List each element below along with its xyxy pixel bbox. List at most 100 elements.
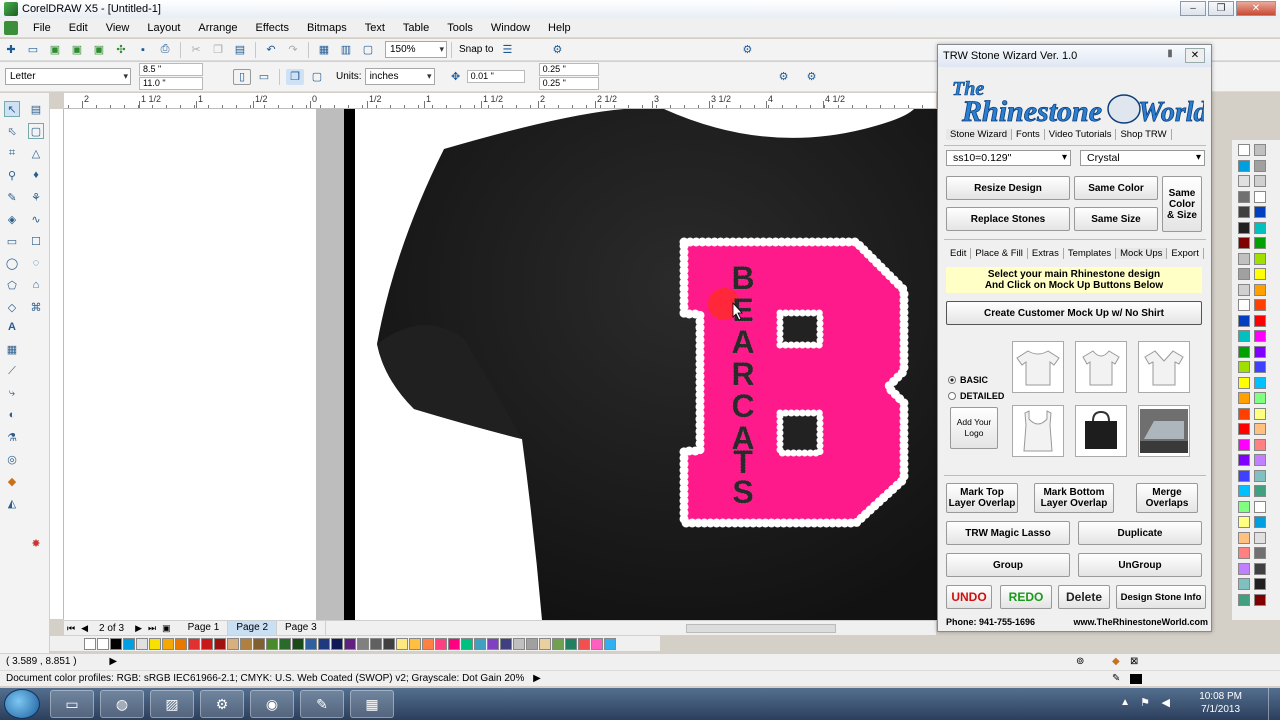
color-swatch[interactable]: [1238, 361, 1250, 373]
snap-to-label[interactable]: Snap to: [459, 44, 493, 55]
tab-place-fill[interactable]: Place & Fill: [971, 248, 1028, 259]
page-tab-3[interactable]: Page 3: [277, 621, 326, 635]
minimize-button[interactable]: –: [1180, 1, 1206, 16]
options-icon[interactable]: ☰: [498, 42, 516, 58]
tab-shop-trw[interactable]: Shop TRW: [1116, 129, 1172, 140]
color-swatch[interactable]: [1238, 392, 1250, 404]
color-swatch[interactable]: [539, 637, 551, 650]
menu-file[interactable]: File: [24, 18, 60, 38]
nudge-distance-field[interactable]: 0.01 ": [466, 70, 525, 83]
paste-icon[interactable]: ▤: [231, 42, 249, 58]
mockup-tshirt-basic[interactable]: [1012, 341, 1064, 393]
color-swatch[interactable]: [513, 637, 525, 650]
snap-icon[interactable]: ⊚: [1076, 654, 1084, 670]
color-swatch[interactable]: [136, 637, 148, 650]
mockup-tote-bag[interactable]: [1075, 405, 1127, 457]
color-swatch[interactable]: [1254, 314, 1266, 327]
menu-layout[interactable]: Layout: [138, 18, 189, 38]
menu-tools[interactable]: Tools: [438, 18, 482, 38]
group-button[interactable]: Group: [946, 553, 1070, 577]
color-swatch[interactable]: [1254, 252, 1266, 265]
pick-tool-icon[interactable]: ↖: [4, 101, 20, 117]
tab-fonts[interactable]: Fonts: [1012, 129, 1045, 140]
welcome-screen-icon[interactable]: ▥: [337, 42, 355, 58]
color-swatch[interactable]: [331, 637, 343, 650]
rectangle-tool-icon[interactable]: ▭: [4, 233, 20, 249]
tab-mock-ups[interactable]: Mock Ups: [1116, 248, 1168, 259]
smart-fill-tool-icon[interactable]: ◈: [4, 211, 20, 227]
tool-taskbar-icon[interactable]: ▨: [150, 690, 194, 718]
interactive-fill-tool-icon[interactable]: ◭: [4, 495, 20, 511]
menu-text[interactable]: Text: [356, 18, 394, 38]
redo-icon[interactable]: ↷: [284, 42, 302, 58]
color-swatch[interactable]: [123, 637, 135, 650]
crop-tool-icon[interactable]: ⌗: [4, 145, 20, 161]
tab-templates[interactable]: Templates: [1064, 248, 1117, 259]
basic-radio[interactable]: BASIC: [948, 375, 988, 385]
color-swatch[interactable]: [1238, 531, 1250, 544]
color-swatch[interactable]: [97, 637, 109, 650]
color-swatch[interactable]: [266, 637, 278, 650]
tab-export[interactable]: Export: [1167, 248, 1204, 259]
import-icon[interactable]: ▣: [46, 42, 64, 58]
color-swatch[interactable]: [1254, 345, 1266, 358]
coreldraw-taskbar-icon[interactable]: ✎: [300, 690, 344, 718]
cut-icon[interactable]: ✂: [187, 42, 205, 58]
new-document-icon[interactable]: ✚: [2, 42, 20, 58]
tray-arrow-icon[interactable]: ▲: [1120, 697, 1130, 708]
color-swatch[interactable]: [1238, 345, 1250, 358]
macro-tool-icon-10[interactable]: ⌘: [28, 299, 44, 315]
tab-edit[interactable]: Edit: [946, 248, 972, 259]
color-swatch[interactable]: [253, 637, 265, 650]
macro-tool-icon-4[interactable]: ♦: [28, 167, 44, 183]
color-swatch[interactable]: [1254, 144, 1266, 156]
page-tab-2[interactable]: Page 2: [228, 621, 278, 635]
color-swatch[interactable]: [1254, 376, 1266, 389]
color-swatch[interactable]: [1238, 190, 1250, 203]
color-swatch[interactable]: [1254, 221, 1266, 234]
close-button[interactable]: ✕: [1236, 1, 1276, 16]
color-swatch[interactable]: [370, 637, 382, 650]
stone-size-select[interactable]: ss10=0.129": [946, 150, 1071, 166]
text-tool-icon[interactable]: A: [4, 319, 20, 335]
all-pages-icon[interactable]: ❐: [286, 68, 304, 85]
connector-tool-icon[interactable]: ⤷: [4, 385, 20, 401]
color-swatch[interactable]: [435, 637, 447, 650]
shirt-mockup[interactable]: B E A R C A T S: [64, 109, 938, 620]
color-swatch[interactable]: [110, 637, 122, 650]
menu-arrange[interactable]: Arrange: [189, 18, 246, 38]
color-swatch[interactable]: [1254, 562, 1266, 575]
color-swatch[interactable]: [1254, 159, 1266, 172]
color-swatch[interactable]: [474, 637, 486, 650]
app-taskbar-icon[interactable]: ▦: [350, 690, 394, 718]
color-swatch[interactable]: [1238, 159, 1250, 172]
color-swatch[interactable]: [1254, 299, 1266, 311]
eyedropper-tool-icon[interactable]: ⚗: [4, 429, 20, 445]
color-swatch[interactable]: [1254, 547, 1266, 559]
color-profiles-text[interactable]: Document color profiles: RGB: sRGB IEC61…: [6, 673, 524, 684]
color-swatch[interactable]: [1238, 407, 1250, 420]
color-swatch[interactable]: [1238, 252, 1250, 265]
mockup-tank-top[interactable]: [1012, 405, 1064, 457]
color-swatch[interactable]: [487, 637, 499, 650]
color-swatch[interactable]: [604, 637, 616, 650]
color-swatch[interactable]: [1238, 593, 1250, 606]
color-swatch[interactable]: [1254, 206, 1266, 218]
explorer-taskbar-icon[interactable]: ▭: [50, 690, 94, 718]
macro-tool-icon-5[interactable]: ⚘: [28, 189, 44, 205]
color-swatch[interactable]: [279, 637, 291, 650]
mockup-tshirt-vneck[interactable]: [1138, 341, 1190, 393]
color-swatch[interactable]: [448, 637, 460, 650]
menu-effects[interactable]: Effects: [247, 18, 298, 38]
menu-edit[interactable]: Edit: [60, 18, 97, 38]
color-swatch[interactable]: [1238, 268, 1250, 280]
rhinestone-letter-b[interactable]: [679, 237, 909, 528]
color-swatch[interactable]: [1238, 206, 1250, 218]
first-page-icon[interactable]: ⏮: [67, 623, 75, 634]
color-swatch[interactable]: [214, 637, 226, 650]
same-size-button[interactable]: Same Size: [1074, 207, 1158, 231]
menu-bitmaps[interactable]: Bitmaps: [298, 18, 356, 38]
table-tool-icon[interactable]: ▦: [4, 341, 20, 357]
drawing-canvas[interactable]: B E A R C A T S: [64, 109, 938, 620]
stone-color-select[interactable]: Crystal: [1080, 150, 1205, 166]
